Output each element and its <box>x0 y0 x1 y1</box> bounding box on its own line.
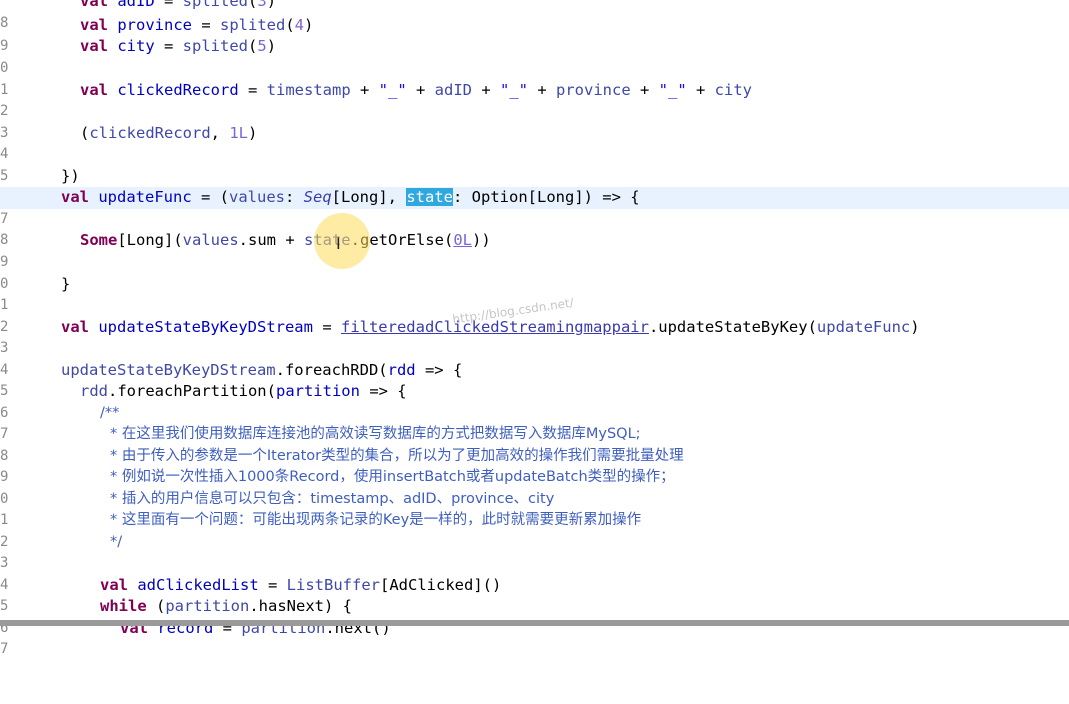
code-line[interactable]: 5 <box>0 144 1069 184</box>
code-line[interactable]: 9 * 由于传入的参数是一个Iterator类型的集合，所以为了更加高效的操作我… <box>0 446 1069 486</box>
comment-text[interactable]: * 插入的用户信息可以只包含：timestamp、adID、province、c… <box>110 489 554 511</box>
selected-text: state <box>406 188 453 206</box>
code-text[interactable]: rdd.foreachPartition(partition => { <box>80 381 407 403</box>
code-line[interactable]: 1 <box>0 58 1069 98</box>
code-line[interactable]: 6 rdd.foreachPartition(partition => { <box>0 381 1069 421</box>
code-line[interactable]: 7 /** <box>0 403 1069 443</box>
code-line[interactable]: 5 updateStateByKeyDStream.foreachRDD(rdd… <box>0 360 1069 400</box>
code-text[interactable]: val adID = splited(3) <box>80 0 276 13</box>
code-line[interactable]: 1 * 插入的用户信息可以只包含：timestamp、adID、province… <box>0 489 1069 529</box>
code-line[interactable]: 9 val province = splited(4) <box>0 15 1069 55</box>
code-line[interactable]: 4 <box>0 338 1069 378</box>
code-text[interactable]: (clickedRecord, 1L) <box>80 123 257 145</box>
code-line[interactable]: 4 (clickedRecord, 1L) <box>0 123 1069 163</box>
code-line[interactable]: 2 * 这里面有一个问题：可能出现两条记录的Key是一样的，此时就需要更新累加操… <box>0 510 1069 550</box>
comment-text[interactable]: /** <box>100 403 119 425</box>
code-line[interactable]: 4 <box>0 553 1069 593</box>
comment-text[interactable]: * 由于传入的参数是一个Iterator类型的集合，所以为了更加高效的操作我们需… <box>110 446 684 468</box>
code-text[interactable]: val adClickedList = ListBuffer[AdClicked… <box>100 575 501 597</box>
code-text[interactable]: while (partition.hasNext) { <box>100 596 352 618</box>
code-line[interactable]: 3 val updateStateByKeyDStream = filtered… <box>0 317 1069 357</box>
text-cursor-icon: I <box>336 234 341 253</box>
code-line[interactable]: 8 val adID = splited(3) <box>0 0 1069 31</box>
comment-text[interactable]: * 例如说一次性插入1000条Record，使用insertBatch或者upd… <box>110 467 675 489</box>
code-line[interactable]: 6 while (partition.hasNext) { <box>0 596 1069 636</box>
code-text[interactable]: val city = splited(5) <box>80 36 276 58</box>
code-text[interactable]: }) <box>61 166 80 188</box>
comment-text[interactable]: * 在这里我们使用数据库连接池的高效读写数据库的方式把数据写入数据库MySQL; <box>110 424 641 446</box>
code-text[interactable]: } <box>61 274 70 296</box>
code-line[interactable]: 1 } <box>0 274 1069 314</box>
current-code-line[interactable]: 7 val updateFunc = (values: Seq[Long], s… <box>0 187 1069 227</box>
code-line[interactable]: 0 * 例如说一次性插入1000条Record，使用insertBatch或者u… <box>0 467 1069 507</box>
code-text[interactable]: Some[Long](values.sum + state.getOrElse(… <box>80 230 491 252</box>
code-line[interactable]: 8 <box>0 209 1069 248</box>
code-editor[interactable]: 8 val adID = splited(3) 9 val province =… <box>0 0 1069 657</box>
code-text[interactable]: val province = splited(4) <box>80 15 313 37</box>
code-line[interactable]: 3 */ <box>0 532 1069 572</box>
mouse-cursor-highlight <box>314 213 370 269</box>
code-line[interactable]: 0 val city = splited(5) <box>0 36 1069 76</box>
code-line[interactable]: 2 val clickedRecord = timestamp + "_" + … <box>0 80 1069 120</box>
comment-text[interactable]: * 这里面有一个问题：可能出现两条记录的Key是一样的，此时就需要更新累加操作 <box>110 510 641 532</box>
bottom-scrollbar[interactable] <box>0 620 1069 626</box>
code-text[interactable]: val updateFunc = (values: Seq[Long], sta… <box>61 187 640 209</box>
code-line[interactable]: 6 }) <box>0 166 1069 206</box>
code-text[interactable]: val clickedRecord = timestamp + "_" + ad… <box>80 80 752 102</box>
comment-text[interactable]: */ <box>110 532 122 554</box>
code-line[interactable]: 5 val adClickedList = ListBuffer[AdClick… <box>0 575 1069 615</box>
code-line[interactable]: 0 <box>0 252 1069 292</box>
code-line[interactable]: 8 * 在这里我们使用数据库连接池的高效读写数据库的方式把数据写入数据库MySQ… <box>0 424 1069 464</box>
code-text[interactable]: updateStateByKeyDStream.foreachRDD(rdd =… <box>61 360 462 382</box>
code-line[interactable]: 9 Some[Long](values.sum + state.getOrEls… <box>0 230 1069 270</box>
code-line[interactable]: 3 <box>0 101 1069 141</box>
line-number: 7 <box>0 641 9 658</box>
